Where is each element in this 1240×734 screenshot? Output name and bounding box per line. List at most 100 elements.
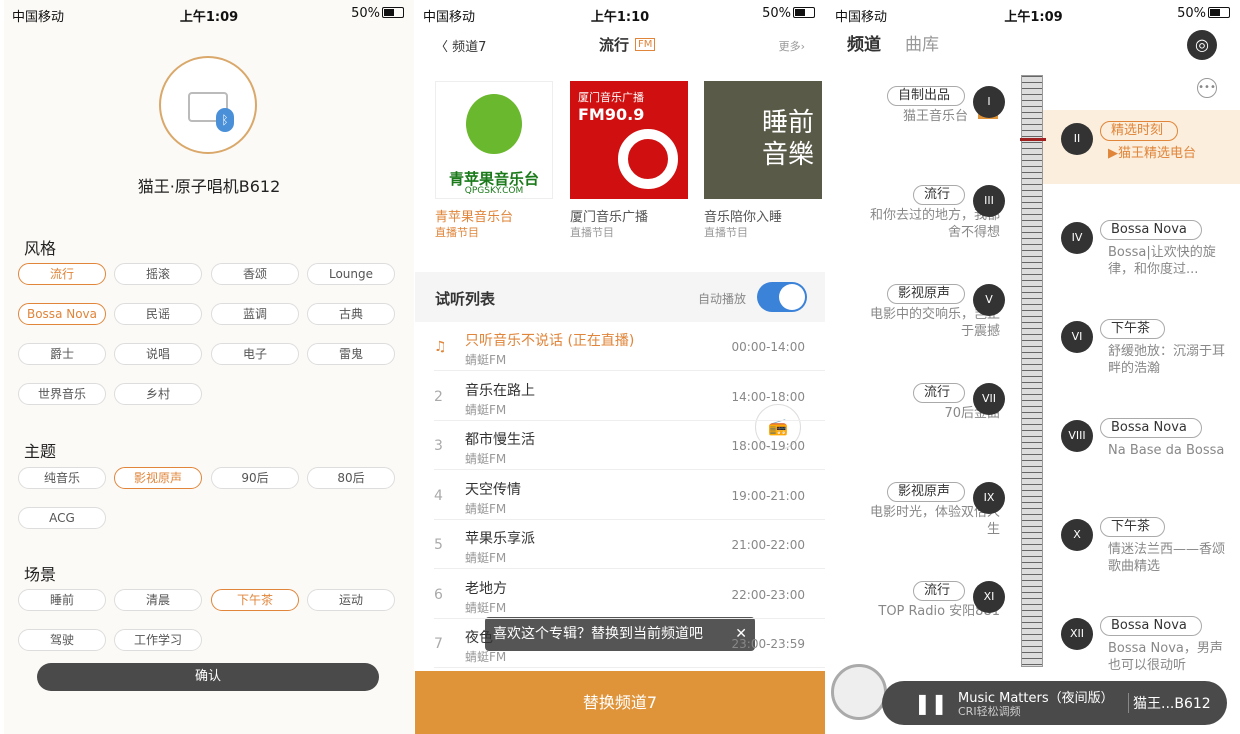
chip-style_tags-10[interactable]: 电子 [211, 343, 299, 365]
chip-scene_tags-0[interactable]: 睡前 [18, 589, 106, 611]
tab-library[interactable]: 曲库 [905, 35, 939, 55]
row-number: 7 [434, 636, 443, 652]
table-row[interactable]: 6 老地方 蜻蜓FM 22:00-23:00 [415, 570, 825, 619]
cover-xiamen[interactable]: 厦门音乐广播 FM90.9 [570, 81, 688, 199]
channel-tag[interactable]: Bossa Nova [1100, 418, 1202, 438]
chip-theme_tags-0[interactable]: 纯音乐 [18, 467, 106, 489]
chip-scene_tags-5[interactable]: 工作学习 [114, 629, 202, 651]
confirm-button[interactable]: 确认 [37, 663, 379, 691]
tab-channels[interactable]: 频道 [847, 35, 881, 55]
chip-theme_tags-3[interactable]: 80后 [307, 467, 395, 489]
chip-theme_tags-2[interactable]: 90后 [211, 467, 299, 489]
row-title: 苹果乐享派 [465, 531, 535, 547]
channel-disc[interactable]: IV [1061, 222, 1093, 254]
channel-tag[interactable]: Bossa Nova [1100, 616, 1202, 636]
settings-icon[interactable]: ◎ [1187, 30, 1217, 60]
pause-icon[interactable]: ❚❚ [914, 691, 948, 715]
autoplay-toggle[interactable] [757, 282, 807, 312]
channel-tag[interactable]: 流行 [912, 383, 965, 403]
tuning-dial[interactable] [1021, 75, 1043, 667]
chip-style_tags-12[interactable]: 世界音乐 [18, 383, 106, 405]
chip-style_tags-3[interactable]: Lounge [307, 263, 395, 285]
chip-style_tags-7[interactable]: 古典 [307, 303, 395, 325]
row-time: 21:00-22:00 [731, 538, 806, 552]
row-source: 蜻蜓FM [465, 600, 507, 615]
channel-tag[interactable]: 下午茶 [1100, 319, 1166, 339]
status-bar: 中国移动 上午1:09 50% [827, 0, 1240, 26]
chip-scene_tags-2[interactable]: 下午茶 [211, 589, 299, 611]
chip-style_tags-4[interactable]: Bossa Nova [18, 303, 106, 325]
channel-disc[interactable]: VII [973, 383, 1005, 415]
table-row[interactable]: 3 都市慢生活 蜻蜓FM 18:00-19:00 [415, 421, 825, 470]
chip-style_tags-11[interactable]: 雷鬼 [307, 343, 395, 365]
bluetooth-icon: ᛒ [216, 108, 234, 132]
battery-icon [1208, 7, 1230, 18]
channel-disc[interactable]: I [973, 86, 1005, 118]
chip-style_tags-8[interactable]: 爵士 [18, 343, 106, 365]
channel-desc: Bossa|让欢快的旋律，和你度过... [1108, 245, 1216, 277]
list-title: 试听列表 [435, 290, 496, 308]
status-bar: 中国移动 上午1:10 50% [415, 0, 825, 26]
row-source: 蜻蜓FM [465, 551, 507, 565]
channel-disc[interactable]: VIII [1061, 420, 1093, 452]
channel-desc: 猫王音乐台 [902, 109, 968, 124]
channel-tag[interactable]: Bossa Nova [1100, 220, 1202, 240]
chip-style_tags-0[interactable]: 流行 [18, 263, 106, 285]
row-source: 蜻蜓FM [465, 452, 507, 466]
channel-disc[interactable]: V [973, 284, 1005, 316]
table-row[interactable]: 4 天空传情 蜻蜓FM 19:00-21:00 [415, 471, 825, 520]
chip-style_tags-13[interactable]: 乡村 [114, 383, 202, 405]
dial-needle [1020, 138, 1046, 141]
channel-disc[interactable]: III [973, 185, 1005, 217]
row-time: 19:00-21:00 [731, 488, 806, 503]
table-row[interactable]: 7 夜色 蜻蜓FM 23:00-23:59 [415, 619, 825, 668]
chip-theme_tags-1[interactable]: 影视原声 [114, 467, 202, 489]
battery-level: 50% [762, 6, 815, 21]
chip-style_tags-9[interactable]: 说唱 [114, 343, 202, 365]
row-source: 蜻蜓FM [465, 353, 507, 367]
replace-channel-button[interactable]: 替换频道7 [415, 671, 825, 734]
mini-player[interactable]: ❚❚ Music Matters（夜间版） CRI轻松调频 猫王...B612 [882, 681, 1227, 725]
channel-disc[interactable]: XII [1061, 618, 1093, 650]
channel-dial-screen: 中国移动 上午1:09 50% 频道 曲库 ◎ ••• ❚❚ Music Matt… [827, 0, 1240, 734]
chip-style_tags-6[interactable]: 蓝调 [211, 303, 299, 325]
chip-scene_tags-1[interactable]: 清晨 [114, 589, 202, 611]
page-title: 流行 [599, 36, 630, 54]
row-divider [434, 667, 825, 668]
device-name: 猫王·原子唱机B612 [137, 177, 281, 196]
channel-tag[interactable]: 影视原声 [886, 284, 965, 304]
chip-scene_tags-3[interactable]: 运动 [307, 589, 395, 611]
chip-style_tags-2[interactable]: 香颂 [211, 263, 299, 285]
chip-style_tags-1[interactable]: 摇滚 [114, 263, 202, 285]
table-row[interactable]: 5 苹果乐享派 蜻蜓FM 21:00-22:00 [415, 520, 825, 569]
channel-tag[interactable]: 自制出品 [886, 86, 965, 106]
cover-qpg[interactable]: 青苹果音乐台 QPGSKY.COM [435, 81, 553, 199]
more-link[interactable]: 更多› [779, 38, 805, 54]
more-icon[interactable]: ••• [1197, 78, 1217, 98]
channel-tag[interactable]: 流行 [912, 185, 965, 205]
channel-tag[interactable]: 流行 [912, 581, 965, 601]
row-title: 都市慢生活 [465, 432, 535, 448]
cover-subtitle: 直播节目 [570, 226, 614, 239]
channel-disc[interactable]: II [1061, 123, 1093, 155]
row-source: 蜻蜓FM [465, 650, 507, 664]
row-time: 22:00-23:00 [731, 587, 806, 602]
channel-tag[interactable]: 下午茶 [1100, 517, 1166, 537]
chip-theme_tags-4[interactable]: ACG [18, 507, 106, 529]
vinyl-disc-icon[interactable] [831, 664, 887, 720]
device-select[interactable]: 猫王...B612 [1128, 693, 1211, 713]
battery-icon [793, 7, 815, 18]
channel-tag[interactable]: 精选时刻 [1100, 121, 1179, 141]
chip-scene_tags-4[interactable]: 驾驶 [18, 629, 106, 651]
table-row[interactable]: ♫ 只听音乐不说话 (正在直播) 蜻蜓FM 00:00-14:00 [415, 322, 825, 371]
channel-disc[interactable]: XI [973, 581, 1005, 613]
channel-disc[interactable]: IX [973, 482, 1005, 514]
cover-sleep[interactable]: 睡前音樂 [704, 81, 822, 199]
chip-style_tags-5[interactable]: 民谣 [114, 303, 202, 325]
channel-tag[interactable]: 影视原声 [886, 482, 965, 502]
back-button[interactable]: 〈 频道7 [435, 36, 486, 55]
row-number: 3 [434, 438, 443, 454]
table-row[interactable]: 2 音乐在路上 蜻蜓FM 14:00-18:00 [415, 372, 825, 421]
channel-disc[interactable]: X [1061, 519, 1093, 551]
channel-disc[interactable]: VI [1061, 321, 1093, 353]
